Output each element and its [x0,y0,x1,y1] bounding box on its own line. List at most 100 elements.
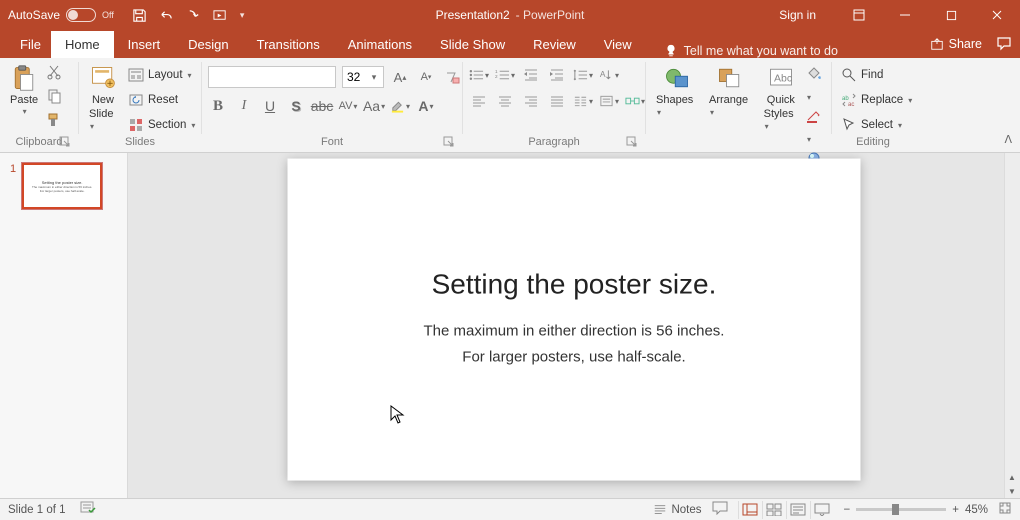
svg-text:2: 2 [495,74,498,79]
paste-button[interactable]: Paste ▾ [6,62,42,119]
new-slide-button[interactable]: New Slide ▾ [85,62,121,134]
notes-button[interactable]: Notes [653,503,701,517]
font-dialog-launcher-icon[interactable] [442,136,456,150]
group-editing: Editing [838,136,908,150]
spellcheck-icon[interactable] [80,501,96,518]
layout-button[interactable]: Layout▾ [125,64,198,86]
tell-me-search[interactable]: Tell me what you want to do [664,44,838,58]
increase-indent-icon[interactable] [547,66,567,84]
tab-insert[interactable]: Insert [114,31,175,58]
align-right-icon[interactable] [521,92,541,110]
tab-design[interactable]: Design [174,31,242,58]
normal-view-icon[interactable] [738,501,762,519]
slide-counter[interactable]: Slide 1 of 1 [8,504,66,516]
slideshow-view-icon[interactable] [810,501,834,519]
smartart-icon[interactable]: ▾ [625,92,645,110]
start-from-beginning-icon[interactable] [213,8,228,23]
select-button[interactable]: Select▾ [838,114,915,136]
prev-slide-icon[interactable]: ▲ [1004,470,1020,484]
character-spacing-icon[interactable]: AV▾ [338,96,358,116]
align-text-icon[interactable]: ▾ [599,92,619,110]
slide-sorter-icon[interactable] [762,501,786,519]
decrease-font-icon[interactable]: A▾ [416,67,436,87]
slide-title[interactable]: Setting the poster size. [432,269,717,301]
comments-pane-icon[interactable] [712,501,728,518]
autosave-toggle[interactable]: AutoSave Off [8,8,114,22]
font-name-combo[interactable]: ▾ [208,66,336,88]
redo-icon[interactable] [186,8,201,23]
font-color-icon[interactable]: A▾ [416,96,436,116]
line-spacing-icon[interactable]: ▾ [573,66,593,84]
bullets-icon[interactable]: ▾ [469,66,489,84]
share-button[interactable]: Share [930,37,982,51]
change-case-button[interactable]: Aa▾ [364,96,384,116]
replace-button[interactable]: abacReplace▾ [838,89,915,111]
slide-body-line-1[interactable]: The maximum in either direction is 56 in… [424,319,725,345]
vertical-scrollbar[interactable]: ▲ ▼ [1004,153,1020,498]
copy-icon[interactable] [46,88,62,109]
svg-text:ac: ac [848,102,854,108]
minimize-icon[interactable] [882,0,928,30]
shape-fill-icon[interactable]: ▾ [806,66,825,105]
zoom-in-button[interactable]: + [952,504,959,516]
zoom-percent[interactable]: 45% [965,504,988,516]
collapse-ribbon-icon[interactable]: ᐱ [1004,133,1012,146]
columns-icon[interactable]: ▾ [573,92,593,110]
comments-icon[interactable] [996,35,1012,54]
tab-home[interactable]: Home [51,31,114,58]
slide-thumbnail-1[interactable]: Setting the poster size. The maximum in … [22,163,102,209]
section-button[interactable]: Section▾ [125,114,198,136]
close-icon[interactable] [974,0,1020,30]
reset-button[interactable]: Reset [125,89,198,111]
qat-customize-icon[interactable]: ▾ [240,10,245,21]
maximize-icon[interactable] [928,0,974,30]
fit-to-window-icon[interactable] [998,501,1012,518]
shapes-button[interactable]: Shapes ▾ [652,62,701,120]
svg-text:Abc: Abc [774,73,792,85]
strikethrough-button[interactable]: abc [312,96,332,116]
tab-slideshow[interactable]: Slide Show [426,31,519,58]
tab-animations[interactable]: Animations [334,31,426,58]
reading-view-icon[interactable] [786,501,810,519]
group-slides: Slides [85,136,195,150]
find-button[interactable]: Find [838,64,915,86]
font-size-combo[interactable]: ▾ [342,66,384,88]
increase-font-icon[interactable]: A▴ [390,67,410,87]
tab-review[interactable]: Review [519,31,590,58]
slide-1[interactable]: Setting the poster size. The maximum in … [288,158,861,480]
tab-transitions[interactable]: Transitions [243,31,334,58]
text-direction-icon[interactable]: A▾ [599,66,619,84]
justify-icon[interactable] [547,92,567,110]
save-icon[interactable] [132,8,147,23]
align-center-icon[interactable] [495,92,515,110]
zoom-out-button[interactable]: − [844,504,851,516]
undo-icon[interactable] [159,8,174,23]
format-painter-icon[interactable] [46,112,62,133]
signin-link[interactable]: Sign in [779,8,816,22]
clipboard-dialog-launcher-icon[interactable] [58,136,72,150]
autosave-state: Off [102,10,114,20]
decrease-indent-icon[interactable] [521,66,541,84]
cut-icon[interactable] [46,64,62,85]
quick-styles-button[interactable]: Abc Quick Styles ▾ [760,62,802,134]
underline-button[interactable]: U [260,96,280,116]
align-left-icon[interactable] [469,92,489,110]
zoom-slider[interactable] [856,508,946,511]
thumbnail-number: 1 [10,163,16,209]
shadow-button[interactable]: S [286,96,306,116]
bold-button[interactable]: B [208,96,228,116]
slide-body-line-2[interactable]: For larger posters, use half-scale. [462,344,685,370]
ribbon-display-options-icon[interactable] [836,0,882,30]
italic-button[interactable]: I [234,96,254,116]
thumbnail-pane[interactable]: 1 Setting the poster size. The maximum i… [0,153,128,498]
numbering-icon[interactable]: 12▾ [495,66,515,84]
tab-view[interactable]: View [590,31,646,58]
slide-canvas-area[interactable]: Setting the poster size. The maximum in … [128,153,1020,498]
arrange-button[interactable]: Arrange ▾ [705,62,756,120]
shape-outline-icon[interactable]: ▾ [806,108,825,147]
next-slide-icon[interactable]: ▼ [1004,484,1020,498]
clear-formatting-icon[interactable] [442,67,462,87]
paragraph-dialog-launcher-icon[interactable] [625,136,639,150]
font-highlight-icon[interactable]: ▾ [390,96,410,116]
tab-file[interactable]: File [10,31,51,58]
